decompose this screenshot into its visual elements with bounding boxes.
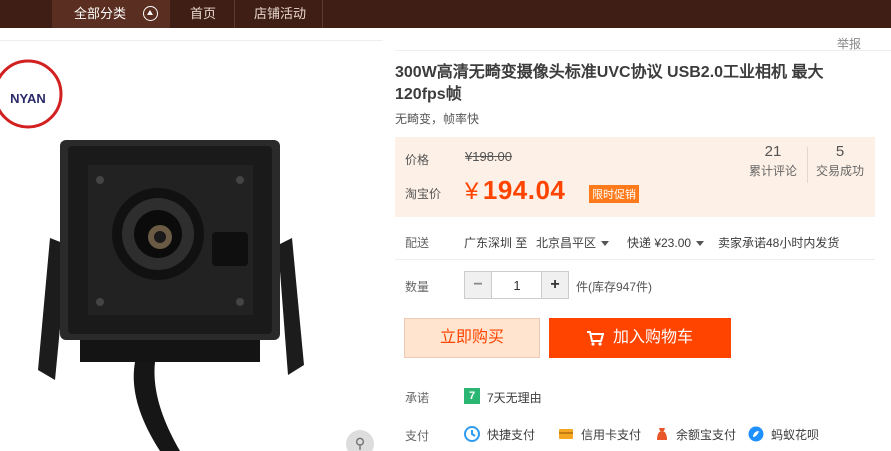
payment-yuebao[interactable]: 余额宝支付 xyxy=(676,426,736,443)
all-categories-label: 全部分类 xyxy=(74,6,127,21)
top-nav: 全部分类 首页 店铺活动 xyxy=(0,0,891,28)
chevron-down-icon xyxy=(601,241,610,247)
currency-symbol: ¥ xyxy=(465,178,479,205)
chevron-down-icon xyxy=(696,241,705,247)
chevron-up-circle-icon xyxy=(143,6,158,21)
add-to-cart-button[interactable]: 加入购物车 xyxy=(549,318,731,358)
review-count[interactable]: 21 累计评论 xyxy=(741,143,805,179)
payment-credit-card[interactable]: 信用卡支付 xyxy=(581,426,641,443)
payment-quick-pay[interactable]: 快捷支付 xyxy=(487,426,535,443)
quantity-increase-button[interactable]: + xyxy=(541,272,568,298)
buy-now-button[interactable]: 立即购买 xyxy=(404,318,540,358)
current-price-value: 194.04 xyxy=(482,175,566,205)
shipping-from: 广东深圳 至 xyxy=(464,236,528,250)
original-price: ¥198.00 xyxy=(465,149,512,164)
promise-label: 承诺 xyxy=(405,391,430,405)
shipping-label: 配送 xyxy=(405,236,430,250)
nav-divider xyxy=(322,0,323,28)
shipping-destination-select[interactable]: 北京昌平区 xyxy=(536,234,610,251)
sales-count: 5 交易成功 xyxy=(808,143,872,179)
product-subtitle: 无畸变，帧率快 xyxy=(395,112,480,126)
shipping-method-value: 快递 ¥23.00 xyxy=(627,236,692,250)
seven-day-return-icon: 7 xyxy=(464,388,480,404)
current-price: ¥194.04 xyxy=(465,175,565,206)
all-categories-button[interactable]: 全部分类 xyxy=(52,0,170,28)
review-count-label: 累计评论 xyxy=(748,164,797,178)
nav-divider xyxy=(234,0,235,28)
quantity-decrease-button[interactable]: − xyxy=(465,272,492,298)
brand-logo-text: NYAN xyxy=(10,91,46,106)
product-image[interactable] xyxy=(30,120,330,451)
payment-huabei[interactable]: 蚂蚁花呗 xyxy=(771,426,819,443)
shipping-destination-value: 北京昌平区 xyxy=(536,236,597,250)
nav-link-home[interactable]: 首页 xyxy=(190,0,216,28)
product-title: 300W高清无畸变摄像头标准UVC协议 USB2.0工业相机 最大120fps帧 xyxy=(395,64,824,103)
add-to-cart-label: 加入购物车 xyxy=(613,329,694,346)
shipping-promise: 卖家承诺48小时内发货 xyxy=(718,236,840,250)
quantity-input[interactable] xyxy=(493,272,541,298)
seven-day-return-text[interactable]: 7天无理由 xyxy=(487,389,542,406)
price-panel: 价格 ¥198.00 淘宝价 ¥194.04 限时促销 21 累计评论 5 交易… xyxy=(395,137,875,217)
divider xyxy=(395,259,875,260)
price-label: 价格 xyxy=(405,153,430,167)
cart-icon xyxy=(587,331,604,346)
quantity-label: 数量 xyxy=(405,280,430,294)
shipping-method-select[interactable]: 快递 ¥23.00 xyxy=(627,234,705,251)
yuebao-icon xyxy=(657,428,667,440)
credit-card-icon xyxy=(559,429,573,439)
quantity-stepper: − + xyxy=(464,271,569,299)
huabei-icon xyxy=(748,426,764,442)
sales-count-label: 交易成功 xyxy=(815,164,864,178)
sales-count-value: 5 xyxy=(835,143,845,160)
magnifier-icon[interactable]: ⚲ xyxy=(346,430,374,451)
payment-label: 支付 xyxy=(405,429,430,443)
quick-pay-icon xyxy=(464,426,480,442)
stock-info: 件(库存947件) xyxy=(576,280,653,294)
taobao-price-label: 淘宝价 xyxy=(405,187,442,201)
promo-badge: 限时促销 xyxy=(589,185,639,203)
divider xyxy=(395,50,891,51)
review-count-value: 21 xyxy=(764,143,782,160)
nav-link-shop-events[interactable]: 店铺活动 xyxy=(254,0,306,28)
